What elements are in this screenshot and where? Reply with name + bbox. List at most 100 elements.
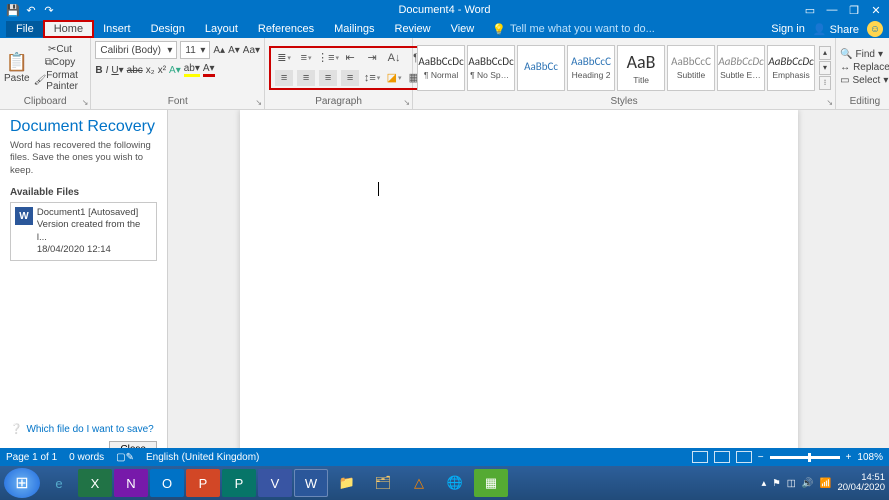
- increase-indent-icon[interactable]: ⇥: [363, 50, 381, 66]
- bullets-icon[interactable]: ≣: [275, 50, 293, 66]
- styles-scroll-up-icon[interactable]: ▴: [819, 46, 831, 60]
- justify-icon[interactable]: ≡: [341, 70, 359, 86]
- text-effects-icon[interactable]: A▾: [169, 65, 181, 76]
- taskbar-onenote-icon[interactable]: N: [114, 469, 148, 497]
- tab-layout[interactable]: Layout: [195, 21, 248, 37]
- taskbar-visio-icon[interactable]: V: [258, 469, 292, 497]
- tab-insert[interactable]: Insert: [93, 21, 141, 37]
- select-button[interactable]: ▭Select ▾: [840, 75, 889, 86]
- underline-button[interactable]: U▾: [111, 65, 123, 76]
- zoom-out-icon[interactable]: −: [758, 452, 764, 463]
- tab-mailings[interactable]: Mailings: [324, 21, 384, 37]
- styles-dialog-launcher-icon[interactable]: ↘: [826, 98, 833, 107]
- taskbar-outlook-icon[interactable]: O: [150, 469, 184, 497]
- sort-icon[interactable]: A↓: [385, 50, 403, 66]
- tray-wifi-icon[interactable]: 📶: [820, 478, 832, 489]
- zoom-slider[interactable]: [770, 456, 840, 459]
- tray-network-icon[interactable]: ◫: [787, 478, 796, 489]
- tab-file[interactable]: File: [6, 21, 44, 37]
- read-mode-icon[interactable]: [692, 451, 708, 463]
- cut-button[interactable]: ✂ Cut: [34, 44, 87, 55]
- shrink-font-icon[interactable]: A▾: [228, 45, 240, 56]
- subscript-button[interactable]: x₂: [146, 65, 155, 76]
- replace-button[interactable]: ↔Replace: [840, 62, 889, 73]
- align-center-icon[interactable]: ≡: [297, 70, 315, 86]
- tab-references[interactable]: References: [248, 21, 324, 37]
- font-size-combo[interactable]: 11▾: [180, 41, 210, 59]
- style-emphasis[interactable]: AaBbCcDcEmphasis: [767, 45, 815, 91]
- numbering-icon[interactable]: ≡: [297, 50, 315, 66]
- find-button[interactable]: 🔍Find ▾: [840, 49, 889, 60]
- taskbar-excel-icon[interactable]: X: [78, 469, 112, 497]
- taskbar-folder-icon[interactable]: 🗂: [366, 469, 400, 497]
- recovery-help-link[interactable]: ❔Which file do I want to save?: [10, 424, 157, 435]
- taskbar-minecraft-icon[interactable]: ▦: [474, 469, 508, 497]
- document-page[interactable]: [240, 110, 798, 466]
- styles-more-icon[interactable]: ⁝: [819, 76, 831, 90]
- copy-button[interactable]: ⧉ Copy: [34, 57, 87, 68]
- web-layout-icon[interactable]: [736, 451, 752, 463]
- clipboard-dialog-launcher-icon[interactable]: ↘: [82, 98, 89, 107]
- tab-home[interactable]: Home: [44, 21, 93, 37]
- start-button[interactable]: ⊞: [4, 468, 40, 498]
- change-case-icon[interactable]: Aa▾: [243, 45, 260, 56]
- multilevel-list-icon[interactable]: ⋮≡: [319, 50, 337, 66]
- share-button[interactable]: 👤 Share: [813, 23, 859, 36]
- shading-icon[interactable]: ◪: [385, 70, 403, 86]
- font-dialog-launcher-icon[interactable]: ↘: [255, 98, 262, 107]
- taskbar-ie-icon[interactable]: e: [42, 469, 76, 497]
- styles-scroll-down-icon[interactable]: ▾: [819, 61, 831, 75]
- style-heading-2[interactable]: AaBbCcCHeading 2: [567, 45, 615, 91]
- taskbar-word-icon[interactable]: W: [294, 469, 328, 497]
- status-language[interactable]: English (United Kingdom): [146, 452, 259, 463]
- tray-clock[interactable]: 14:51 20/04/2020: [837, 473, 885, 494]
- status-words[interactable]: 0 words: [69, 452, 104, 463]
- superscript-button[interactable]: x²: [158, 65, 166, 76]
- print-layout-icon[interactable]: [714, 451, 730, 463]
- tab-view[interactable]: View: [441, 21, 485, 37]
- minimize-icon[interactable]: —: [823, 4, 841, 17]
- align-left-icon[interactable]: ≡: [275, 70, 293, 86]
- taskbar-powerpoint-icon[interactable]: P: [186, 469, 220, 497]
- proofing-icon[interactable]: ▢✎: [116, 452, 134, 463]
- bold-button[interactable]: B: [95, 65, 102, 76]
- style-subtle-emphasis[interactable]: AaBbCcDcSubtle Em...: [717, 45, 765, 91]
- strikethrough-button[interactable]: abc: [127, 65, 143, 76]
- highlight-color-icon[interactable]: ab▾: [184, 63, 200, 77]
- feedback-smiley-icon[interactable]: ☺: [867, 21, 883, 37]
- style-title[interactable]: AaBTitle: [617, 45, 665, 91]
- style-normal[interactable]: AaBbCcDc¶ Normal: [417, 45, 465, 91]
- tell-me-search[interactable]: 💡 Tell me what you want to do...: [492, 23, 655, 36]
- decrease-indent-icon[interactable]: ⇤: [341, 50, 359, 66]
- status-page[interactable]: Page 1 of 1: [6, 452, 57, 463]
- ribbon-display-options-icon[interactable]: ▭: [801, 4, 819, 17]
- style-no-spacing[interactable]: AaBbCcDc¶ No Spac...: [467, 45, 515, 91]
- font-color-icon[interactable]: A▾: [203, 63, 215, 77]
- italic-button[interactable]: I: [106, 65, 109, 76]
- grow-font-icon[interactable]: A▴: [213, 45, 225, 56]
- taskbar-vlc-icon[interactable]: △: [402, 469, 436, 497]
- tray-expand-icon[interactable]: ▴: [761, 478, 766, 489]
- taskbar-publisher-icon[interactable]: P: [222, 469, 256, 497]
- recovered-file-item[interactable]: W Document1 [Autosaved] Version created …: [10, 202, 157, 261]
- undo-icon[interactable]: ↶: [24, 3, 38, 17]
- restore-icon[interactable]: ❐: [845, 4, 863, 17]
- paste-button[interactable]: 📋 Paste: [4, 43, 30, 93]
- document-area[interactable]: [168, 110, 889, 466]
- tab-design[interactable]: Design: [141, 21, 195, 37]
- align-right-icon[interactable]: ≡: [319, 70, 337, 86]
- taskbar-chrome-icon[interactable]: 🌐: [438, 469, 472, 497]
- tab-review[interactable]: Review: [385, 21, 441, 37]
- save-icon[interactable]: 💾: [6, 3, 20, 17]
- close-window-icon[interactable]: ✕: [867, 4, 885, 17]
- paragraph-dialog-launcher-icon[interactable]: ↘: [403, 98, 410, 107]
- taskbar-explorer-icon[interactable]: 📁: [330, 469, 364, 497]
- style-subtitle[interactable]: AaBbCcCSubtitle: [667, 45, 715, 91]
- sign-in-link[interactable]: Sign in: [771, 23, 805, 35]
- tray-volume-icon[interactable]: 🔊: [802, 478, 814, 489]
- style-heading-1[interactable]: AaBbCc: [517, 45, 565, 91]
- tray-flag-icon[interactable]: ⚑: [772, 478, 781, 489]
- format-painter-button[interactable]: 🖌 Format Painter: [34, 70, 87, 92]
- font-name-combo[interactable]: Calibri (Body)▾: [95, 41, 177, 59]
- line-spacing-icon[interactable]: ↕≡: [363, 70, 381, 86]
